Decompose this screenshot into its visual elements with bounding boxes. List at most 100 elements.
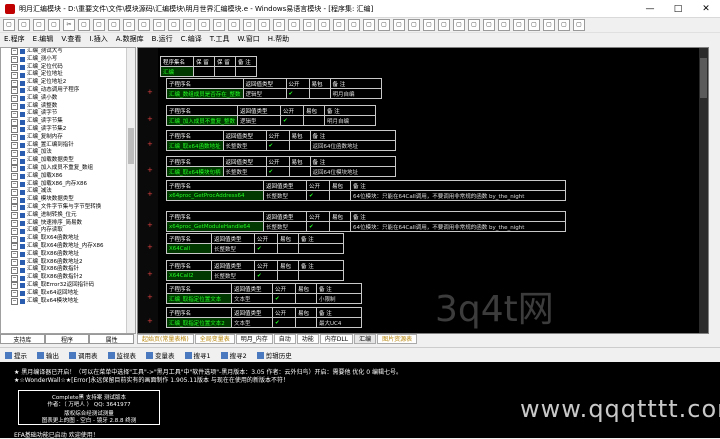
tree-item[interactable]: − 汇编_复制内存: [1, 134, 123, 142]
tree-item[interactable]: − 汇编_减法: [1, 188, 123, 196]
expand-icon[interactable]: −: [11, 235, 18, 243]
minimize-button[interactable]: —: [636, 0, 664, 17]
block-value-cell[interactable]: [329, 190, 351, 201]
block-value-cell[interactable]: ✔: [272, 317, 296, 328]
toolbar-button-15[interactable]: ▢: [228, 19, 240, 31]
editor-scrollbar[interactable]: [699, 48, 708, 333]
expand-icon[interactable]: −: [11, 212, 18, 220]
expand-icon[interactable]: −: [11, 173, 18, 181]
toolbar-button-12[interactable]: ▢: [183, 19, 195, 31]
code-block[interactable]: 子程序名 返回值类型 公开 易包备 注汇编_取指定位置文本 文本型 ✔ 小限制: [166, 283, 362, 304]
close-button[interactable]: ✕: [692, 0, 720, 17]
toolbar-button-18[interactable]: ▢: [273, 19, 285, 31]
expand-icon[interactable]: −: [11, 290, 18, 298]
block-value-cell[interactable]: 长整数型: [263, 221, 307, 232]
block-value-cell[interactable]: ✔: [280, 115, 305, 126]
toolbar-button-19[interactable]: ▢: [288, 19, 300, 31]
output-tab-1[interactable]: 输出: [32, 350, 64, 360]
code-tab-1[interactable]: 全局变量表: [194, 334, 235, 344]
tree-item[interactable]: − 汇编_取X64函数地址: [1, 235, 123, 243]
expand-icon[interactable]: −: [11, 56, 18, 64]
collapse-icon[interactable]: +: [147, 88, 153, 96]
block-value-cell[interactable]: 汇编_取指定位置文本: [166, 293, 232, 304]
tree-item[interactable]: − 汇编_定位地址2: [1, 79, 123, 87]
block-value-cell[interactable]: 明月自编: [324, 115, 377, 126]
tree-item[interactable]: − 汇编_置汇编到指针: [1, 142, 123, 150]
block-value-cell[interactable]: 逻辑型: [242, 88, 287, 99]
code-tab-2[interactable]: 明月_内存: [235, 334, 273, 344]
toolbar-button-0[interactable]: ▢: [3, 19, 15, 31]
menu-item-2[interactable]: V.查看: [57, 34, 85, 44]
menu-item-8[interactable]: W.窗口: [233, 34, 263, 44]
toolbar-button-22[interactable]: ▢: [333, 19, 345, 31]
tree-scrollbar[interactable]: [126, 48, 135, 333]
expand-icon[interactable]: −: [11, 251, 18, 259]
block-value-cell[interactable]: ✔: [265, 166, 290, 177]
toolbar-button-29[interactable]: ▢: [438, 19, 450, 31]
code-tab-7[interactable]: 图片资源表: [377, 334, 418, 344]
toolbar-button-7[interactable]: ▢: [108, 19, 120, 31]
block-value-cell[interactable]: 汇编_取x64函数地址: [166, 140, 224, 151]
toolbar-button-8[interactable]: ▢: [123, 19, 135, 31]
toolbar-button-10[interactable]: ▢: [153, 19, 165, 31]
toolbar-button-16[interactable]: ▢: [243, 19, 255, 31]
toolbar-button-17[interactable]: ▢: [258, 19, 270, 31]
toolbar-button-27[interactable]: ▢: [408, 19, 420, 31]
block-value-cell[interactable]: [329, 221, 351, 232]
tree-item[interactable]: − 汇编_读小数: [1, 95, 123, 103]
tree-item[interactable]: − 汇编_加载数据类型: [1, 157, 123, 165]
code-tab-4[interactable]: 功能: [296, 334, 319, 344]
tree-item[interactable]: − 汇编_加载X86: [1, 173, 123, 181]
toolbar-button-25[interactable]: ▢: [378, 19, 390, 31]
menu-item-9[interactable]: H.帮助: [264, 34, 293, 44]
block-value-cell[interactable]: ✔: [306, 190, 330, 201]
toolbar-button-2[interactable]: ▢: [33, 19, 45, 31]
expand-icon[interactable]: −: [11, 102, 18, 110]
left-tab-2[interactable]: 属性: [89, 334, 135, 344]
expand-icon[interactable]: −: [11, 204, 18, 212]
block-value-cell[interactable]: 明月自编: [329, 88, 382, 99]
expand-icon[interactable]: −: [11, 110, 18, 118]
block-value-cell[interactable]: [288, 140, 311, 151]
editor-scrollbar-thumb[interactable]: [700, 58, 707, 98]
toolbar-button-35[interactable]: ▢: [528, 19, 540, 31]
collapse-icon[interactable]: +: [147, 190, 153, 198]
tree-item[interactable]: − 汇编_取X64函数地址_内存X86: [1, 243, 123, 251]
toolbar-button-14[interactable]: ▢: [213, 19, 225, 31]
toolbar-button-26[interactable]: ▢: [393, 19, 405, 31]
menu-item-3[interactable]: I.插入: [85, 34, 111, 44]
block-value-cell[interactable]: ✔: [254, 243, 278, 254]
menu-item-6[interactable]: C.编译: [177, 34, 206, 44]
menu-item-0[interactable]: E.程序: [0, 34, 29, 44]
tree-item[interactable]: − 汇编_取x64返回地址: [1, 290, 123, 298]
collapse-icon[interactable]: +: [147, 293, 153, 301]
block-value-cell[interactable]: 汇编_数组成员是否存在_整数: [166, 88, 244, 99]
code-editor[interactable]: 程序集名保 留保 留备 注汇编 子程序名 返回值类型 公开 易包备 注汇编_数组成员是否…: [137, 47, 709, 334]
block-value-cell[interactable]: [298, 243, 344, 254]
block-value-cell[interactable]: 汇编: [160, 66, 194, 77]
tree-item[interactable]: − 汇编_取X86函数指针: [1, 266, 123, 274]
code-block[interactable]: 子程序名 返回值类型 公开 易包备 注 X64Call2 长整数型 ✔: [166, 260, 344, 281]
block-value-cell[interactable]: ✔: [272, 293, 296, 304]
block-value-cell[interactable]: 最大UC4: [316, 317, 362, 328]
block-value-cell[interactable]: x64proc_GetModuleHandle64: [166, 221, 264, 232]
block-value-cell[interactable]: [288, 166, 311, 177]
toolbar-button-24[interactable]: ▢: [363, 19, 375, 31]
toolbar-button-30[interactable]: ▢: [453, 19, 465, 31]
block-value-cell[interactable]: 长整数型: [211, 270, 255, 281]
expand-icon[interactable]: −: [11, 188, 18, 196]
expand-icon[interactable]: −: [11, 71, 18, 79]
expand-icon[interactable]: −: [11, 180, 18, 188]
expand-icon[interactable]: −: [11, 196, 18, 204]
block-value-cell[interactable]: [214, 66, 236, 77]
toolbar-button-9[interactable]: ▢: [138, 19, 150, 31]
block-value-cell[interactable]: 长整数型: [263, 190, 307, 201]
block-value-cell[interactable]: ✔: [285, 88, 310, 99]
tree-item[interactable]: − 汇编_取X86函数指针2: [1, 274, 123, 282]
block-value-cell[interactable]: [193, 66, 215, 77]
block-value-cell[interactable]: 文本型: [231, 293, 273, 304]
tree-item[interactable]: − 汇编_动态调用子程序: [1, 87, 123, 95]
block-value-cell[interactable]: 汇编_取x64模块句柄: [166, 166, 224, 177]
menu-item-1[interactable]: E.编辑: [29, 34, 58, 44]
block-value-cell[interactable]: 64位模块：只能在64Call调用，不要调用非常规的函数 by_the_nigh…: [350, 221, 566, 232]
